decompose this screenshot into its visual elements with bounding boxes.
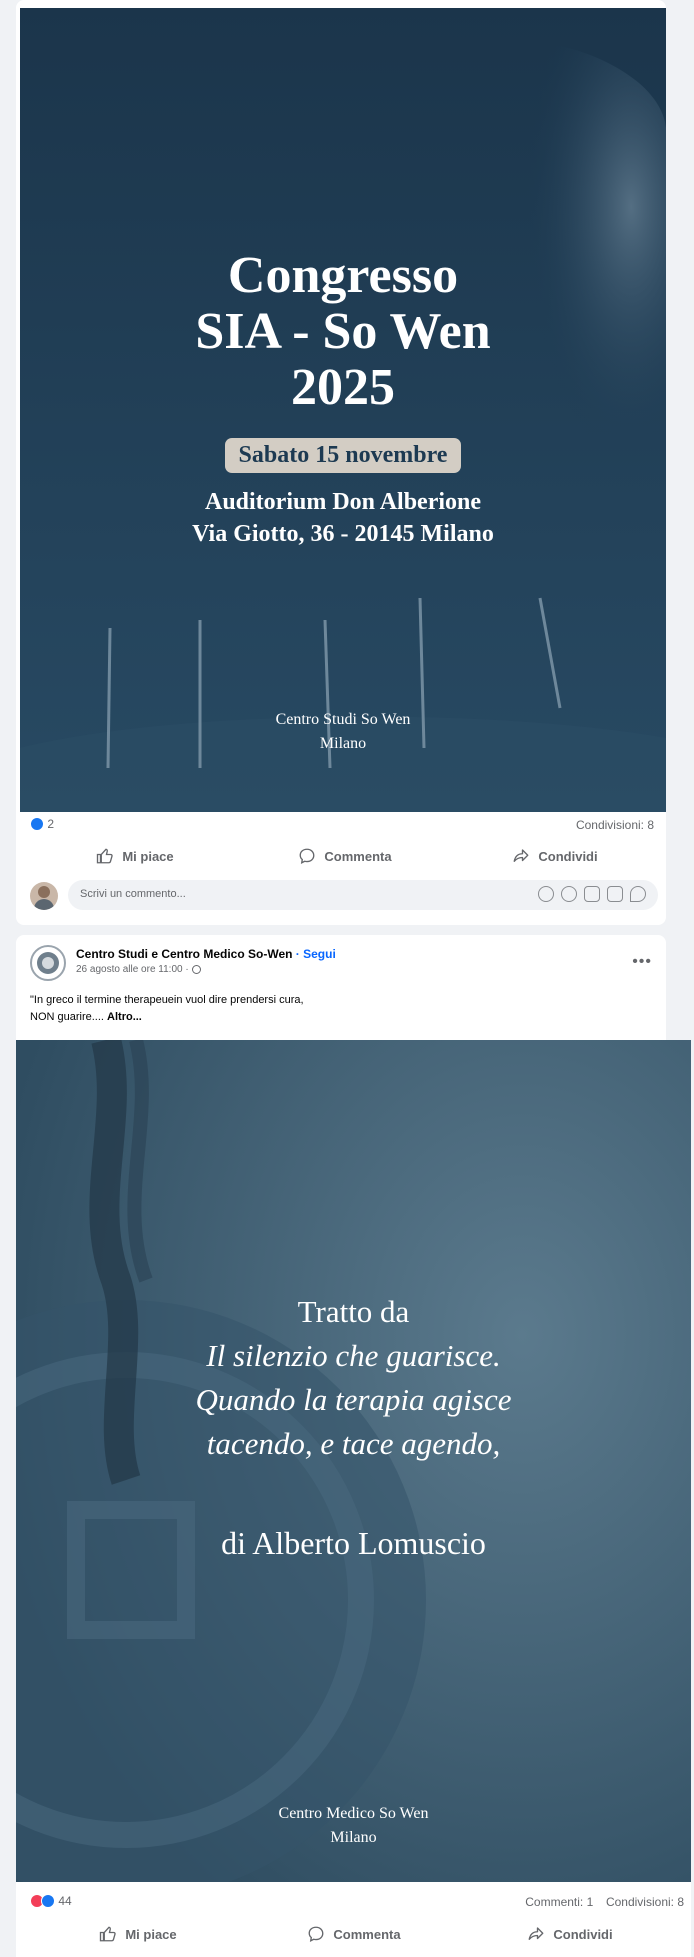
thumbs-up-icon (100, 1926, 117, 1942)
date-pill: Sabato 15 novembre (224, 438, 462, 473)
see-more-link[interactable]: Altro... (107, 1011, 142, 1023)
comment-input[interactable]: Scrivi un commento... (68, 880, 658, 910)
poster-footer: Centro Studi So Wen Milano (20, 708, 666, 756)
poster-title-line: Congresso (227, 247, 459, 304)
post-2-image[interactable]: Tratto da Il silenzio che guarisce. Quan… (16, 1040, 691, 1882)
avatar[interactable] (30, 882, 58, 910)
book-title-line: Quando la terapia agisce (195, 1382, 512, 1417)
quote-block: Tratto da Il silenzio che guarisce. Quan… (16, 1290, 691, 1466)
page-avatar[interactable] (30, 945, 66, 981)
post-2-text: "In greco il termine therapeuein vuol di… (30, 992, 650, 1026)
poster-venue: Auditorium Don Alberione Via Giotto, 36 … (20, 486, 666, 550)
poster-title-line: SIA - So Wen (195, 303, 491, 360)
venue-line: Via Giotto, 36 - 20145 Milano (192, 521, 494, 547)
date-pill-wrap: Sabato 15 novembre (20, 438, 666, 473)
camera-icon[interactable] (584, 886, 600, 902)
like-button[interactable]: Mi piace (30, 1920, 246, 1948)
page-name-link[interactable]: Centro Studi e Centro Medico So-Wen (76, 947, 292, 961)
share-icon (528, 1927, 544, 1940)
thumbs-up-icon (97, 848, 114, 864)
footer-line: Centro Studi So Wen (275, 711, 411, 728)
like-reaction-icon (30, 816, 44, 831)
post-1-shares[interactable]: Condivisioni: 8 (576, 818, 654, 832)
footer-line: Milano (319, 735, 367, 752)
comment-icon (299, 848, 315, 864)
emoji-icon[interactable] (561, 886, 577, 902)
share-label: Condividi (553, 1926, 613, 1942)
poster-footer: Centro Medico So Wen Milano (16, 1802, 691, 1850)
like-reaction-icon (41, 1893, 55, 1908)
comments-count[interactable]: Commenti: 1 (525, 1895, 593, 1909)
post-1-actions: Mi piace Commenta Condividi (30, 842, 660, 870)
poster-title: Congresso SIA - So Wen 2025 (20, 248, 666, 416)
share-button[interactable]: Condividi (462, 1920, 678, 1948)
gif-icon[interactable] (607, 886, 623, 902)
quote-author: di Alberto Lomuscio (221, 1525, 486, 1561)
like-button[interactable]: Mi piace (30, 842, 240, 870)
comment-label: Commenta (324, 848, 392, 864)
share-label: Condividi (538, 848, 598, 864)
shares-count[interactable]: Condivisioni: 8 (606, 1895, 684, 1909)
reaction-count: 44 (58, 1893, 72, 1908)
post-1-image[interactable]: Congresso SIA - So Wen 2025 Sabato 15 no… (20, 8, 666, 812)
comment-button[interactable]: Commenta (246, 1920, 462, 1948)
poster-title-line: 2025 (291, 359, 395, 416)
book-title-line: Il silenzio che guarisce. (206, 1338, 501, 1373)
venue-line: Auditorium Don Alberione (204, 489, 482, 515)
post-1-reactions[interactable]: 2 (30, 816, 54, 831)
composer-tools (538, 886, 646, 902)
post-timestamp[interactable]: 26 agosto alle ore 11:00 · (76, 964, 189, 975)
more-options-icon[interactable]: ••• (632, 953, 652, 971)
post-2-reactions[interactable]: 44 (30, 1893, 72, 1908)
avatar-sticker-icon[interactable] (538, 886, 554, 902)
comment-composer: Scrivi un commento... (30, 880, 660, 912)
like-label: Mi piace (122, 848, 174, 864)
comment-button[interactable]: Commenta (240, 842, 450, 870)
quote-line: Tratto da (297, 1294, 410, 1329)
comment-icon (308, 1926, 324, 1942)
like-label: Mi piace (125, 1926, 177, 1942)
comment-label: Commenta (333, 1926, 401, 1942)
share-icon (513, 849, 529, 862)
post-2-actions: Mi piace Commenta Condividi (30, 1920, 680, 1948)
follow-button[interactable]: · Segui (296, 947, 336, 961)
footer-line: Milano (330, 1829, 377, 1846)
comment-placeholder: Scrivi un commento... (80, 888, 186, 900)
share-button[interactable]: Condividi (450, 842, 660, 870)
reaction-count: 2 (47, 816, 55, 831)
sticker-icon[interactable] (630, 886, 646, 902)
post-text-line: NON guarire.... (30, 1011, 104, 1023)
post-2-header: Centro Studi e Centro Medico So-Wen · Se… (30, 945, 660, 985)
book-title-line: tacendo, e tace agendo, (206, 1426, 501, 1461)
footer-line: Centro Medico So Wen (278, 1805, 429, 1822)
post-text-line: "In greco il termine therapeuein vuol di… (30, 994, 304, 1006)
globe-icon (191, 965, 201, 974)
post-2-counts: Commenti: 1 Condivisioni: 8 (525, 1895, 684, 1909)
